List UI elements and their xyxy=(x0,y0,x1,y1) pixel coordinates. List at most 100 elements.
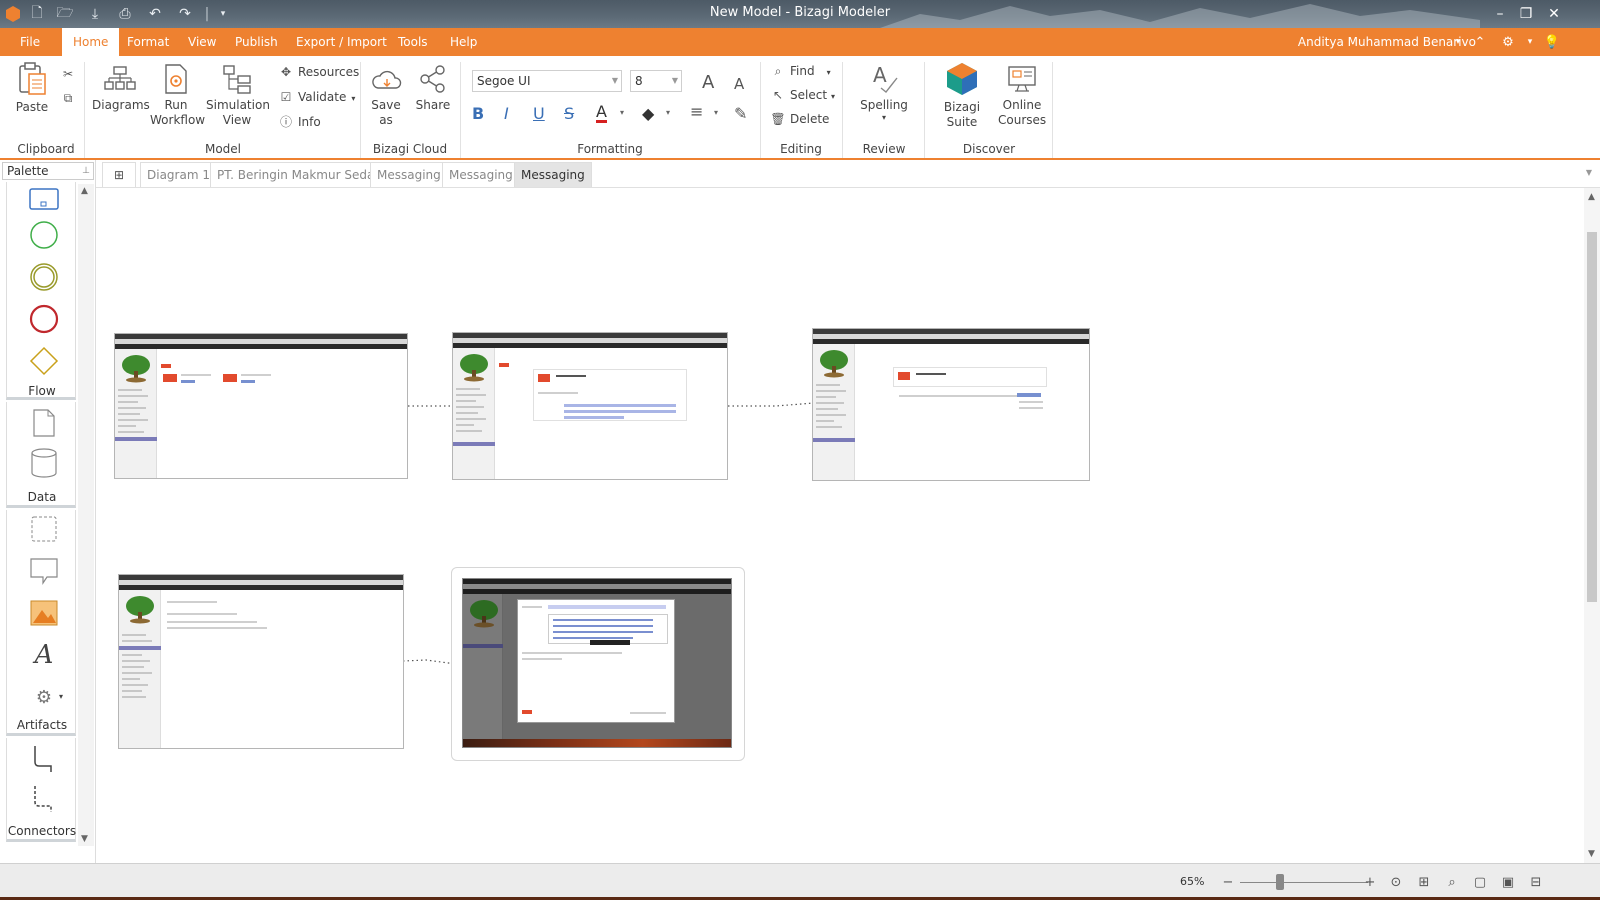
bold-button[interactable]: B xyxy=(472,104,484,123)
tab-tools[interactable]: Tools xyxy=(398,28,428,56)
italic-button[interactable]: I xyxy=(504,104,509,123)
share-button[interactable]: Share xyxy=(414,64,452,113)
bizagi-suite-button[interactable]: Bizagi Suite xyxy=(930,62,994,130)
select-button[interactable]: ↖ Select ▾ xyxy=(770,85,835,105)
doc-tab-pt-beringin[interactable]: PT. Beringin Makmur Sedaya xyxy=(210,162,396,187)
tab-export-import[interactable]: Export / Import xyxy=(296,28,387,56)
font-color-dropdown-icon[interactable]: ▾ xyxy=(620,108,624,117)
annotation-icon[interactable] xyxy=(29,556,59,586)
user-dropdown-icon[interactable]: ▾ xyxy=(1448,32,1468,52)
copy-button[interactable]: ⧉ xyxy=(60,88,80,108)
end-event-icon[interactable] xyxy=(29,304,59,334)
cut-button[interactable]: ✂ xyxy=(60,64,80,84)
delete-button[interactable]: 🗑 Delete xyxy=(770,109,829,129)
image-icon[interactable] xyxy=(29,598,59,628)
doc-tab-diagram-1[interactable]: Diagram 1 xyxy=(140,162,217,187)
tab-file[interactable]: File xyxy=(20,28,40,56)
zoom-out-icon[interactable]: − xyxy=(1218,872,1238,892)
diagram-canvas[interactable] xyxy=(96,188,1584,863)
fill-color-icon[interactable]: ◆ xyxy=(642,104,654,123)
sequence-flow-icon[interactable] xyxy=(29,744,59,774)
custom-shapes-gear-icon[interactable]: ⚙ xyxy=(29,682,59,712)
screenshot-image[interactable] xyxy=(452,332,728,480)
find-dropdown-icon[interactable]: ▾ xyxy=(827,68,831,77)
diagram-overview-icon[interactable]: ⊞ xyxy=(102,162,136,187)
underline-button[interactable]: U xyxy=(533,104,545,123)
spelling-button[interactable]: A Spelling ▾ xyxy=(856,62,912,123)
decrease-font-icon[interactable]: A xyxy=(734,75,744,93)
scroll-up-icon[interactable]: ▲ xyxy=(81,186,88,196)
group-icon[interactable] xyxy=(29,514,59,544)
canvas-scrollbar[interactable]: ▲ ▼ xyxy=(1584,188,1600,863)
overview-icon[interactable]: ⊟ xyxy=(1526,872,1546,892)
select-dropdown-icon[interactable]: ▾ xyxy=(831,92,835,101)
tabs-overflow-icon[interactable]: ▼ xyxy=(1586,168,1592,177)
doc-tab-messaging-3[interactable]: Messaging xyxy=(514,162,592,187)
info-button[interactable]: ⓘ Info xyxy=(278,112,321,132)
fill-color-dropdown-icon[interactable]: ▾ xyxy=(666,108,670,117)
align-dropdown-icon[interactable]: ▾ xyxy=(714,108,718,117)
doc-tab-messaging-2[interactable]: Messaging xyxy=(442,162,520,187)
scroll-down-icon[interactable]: ▼ xyxy=(1588,849,1595,859)
scroll-thumb[interactable] xyxy=(1587,232,1597,602)
doc-tab-messaging-1[interactable]: Messaging xyxy=(370,162,448,187)
run-workflow-button[interactable]: Run Workflow xyxy=(150,64,205,128)
settings-dropdown-icon[interactable]: ▾ xyxy=(1520,32,1540,52)
font-size-select[interactable]: 8 ▼ xyxy=(630,70,682,92)
clear-format-icon[interactable]: ✎ xyxy=(734,104,747,123)
tab-help[interactable]: Help xyxy=(450,28,477,56)
screenshot-image[interactable] xyxy=(114,333,408,479)
data-object-icon[interactable] xyxy=(29,408,59,438)
text-icon[interactable]: A xyxy=(29,640,59,670)
data-store-icon[interactable] xyxy=(29,448,59,478)
magnifier-icon[interactable]: ⌕ xyxy=(1442,872,1462,892)
tab-format[interactable]: Format xyxy=(127,28,169,56)
fit-to-page-icon[interactable]: ⊞ xyxy=(1414,872,1434,892)
restore-button[interactable]: ❐ xyxy=(1514,3,1538,25)
minimize-button[interactable]: – xyxy=(1488,3,1512,25)
validate-button[interactable]: ☑ Validate ▾ xyxy=(278,87,356,107)
spelling-dropdown-icon[interactable]: ▾ xyxy=(856,113,912,123)
lightbulb-icon[interactable]: 💡 xyxy=(1542,32,1562,52)
zoom-in-icon[interactable]: + xyxy=(1360,872,1380,892)
custom-shapes-dropdown-icon[interactable]: ▾ xyxy=(59,692,63,701)
font-family-select[interactable]: Segoe UI ▼ xyxy=(472,70,622,92)
tab-publish[interactable]: Publish xyxy=(235,28,278,56)
close-button[interactable]: ✕ xyxy=(1542,3,1566,25)
find-button[interactable]: ⌕ Find ▾ xyxy=(770,61,831,81)
scroll-up-icon[interactable]: ▲ xyxy=(1588,192,1595,202)
align-icon[interactable]: ≡ xyxy=(690,102,703,121)
start-event-icon[interactable] xyxy=(29,220,59,250)
strikethrough-button[interactable]: S xyxy=(564,104,574,123)
font-color-icon[interactable]: A xyxy=(596,104,607,123)
task-shape-icon[interactable] xyxy=(29,184,59,214)
simulation-view-button[interactable]: Simulation View xyxy=(206,64,270,128)
save-as-button[interactable]: Save as xyxy=(366,64,406,128)
intermediate-event-icon[interactable] xyxy=(29,262,59,292)
screenshot-image[interactable] xyxy=(462,578,732,748)
checkbox-icon: ☑ xyxy=(280,90,292,104)
resources-label: Resources xyxy=(298,65,360,79)
association-icon[interactable] xyxy=(29,784,59,814)
paste-button[interactable]: Paste xyxy=(12,62,52,115)
zoom-slider-thumb[interactable] xyxy=(1276,874,1284,890)
screenshot-image[interactable] xyxy=(118,574,404,749)
diagrams-button[interactable]: Diagrams xyxy=(92,64,150,113)
page-view-icon[interactable]: ▢ xyxy=(1470,872,1490,892)
gear-icon[interactable]: ⚙ xyxy=(1498,32,1518,52)
screenshot-image[interactable] xyxy=(812,328,1090,481)
collapse-ribbon-icon[interactable]: ⌃ xyxy=(1470,32,1490,52)
tab-home[interactable]: Home xyxy=(62,28,120,56)
scroll-down-icon[interactable]: ▼ xyxy=(81,834,88,844)
gateway-icon[interactable] xyxy=(29,346,59,376)
zoom-slider-track[interactable] xyxy=(1240,882,1368,883)
online-courses-button[interactable]: Online Courses xyxy=(998,64,1046,128)
zoom-reset-icon[interactable]: ⊙ xyxy=(1386,872,1406,892)
increase-font-icon[interactable]: A xyxy=(702,72,714,93)
palette-scrollbar[interactable]: ▲ ▼ xyxy=(78,184,94,846)
tab-view[interactable]: View xyxy=(188,28,216,56)
resources-button[interactable]: ✥ Resources xyxy=(278,62,359,82)
pin-icon[interactable]: ⊥ xyxy=(82,163,90,179)
validate-dropdown-icon[interactable]: ▾ xyxy=(351,94,355,103)
presentation-icon[interactable]: ▣ xyxy=(1498,872,1518,892)
